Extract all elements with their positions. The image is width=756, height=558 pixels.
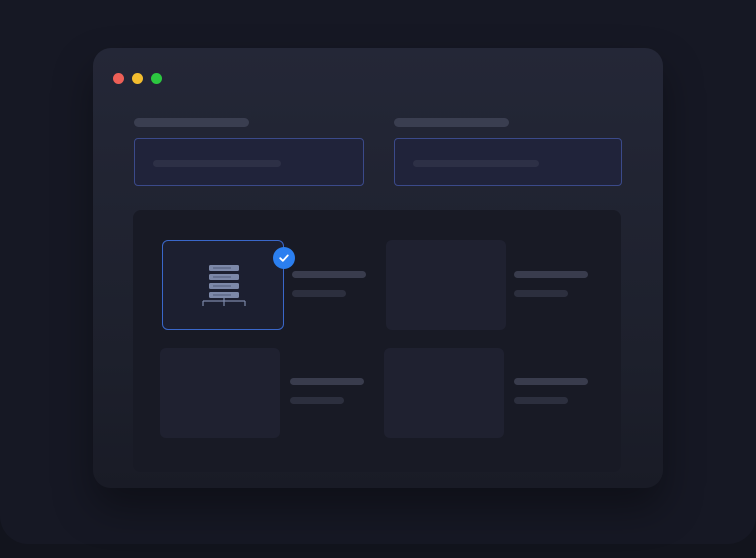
option-title-4 <box>514 378 588 385</box>
text-field-2[interactable] <box>394 138 622 186</box>
window-minimize-button[interactable] <box>132 73 143 84</box>
option-title-2 <box>514 271 588 278</box>
option-title-1 <box>292 271 366 278</box>
server-database-icon <box>201 261 247 314</box>
app-window <box>93 48 663 488</box>
window-maximize-button[interactable] <box>151 73 162 84</box>
option-subtitle-4 <box>514 397 568 404</box>
selected-check-icon <box>273 247 295 269</box>
text-field-1[interactable] <box>134 138 364 186</box>
option-subtitle-2 <box>514 290 568 297</box>
option-subtitle-1 <box>292 290 346 297</box>
window-close-button[interactable] <box>113 73 124 84</box>
field-label-2 <box>394 118 509 127</box>
option-card-4[interactable] <box>384 348 504 438</box>
option-card-3[interactable] <box>160 348 280 438</box>
field-label-1 <box>134 118 249 127</box>
field-placeholder-1 <box>153 160 281 167</box>
app-frame <box>0 0 756 544</box>
options-panel <box>133 210 621 472</box>
option-card-1[interactable] <box>162 240 295 330</box>
option-title-3 <box>290 378 364 385</box>
field-placeholder-2 <box>413 160 539 167</box>
option-subtitle-3 <box>290 397 344 404</box>
option-card-2[interactable] <box>386 240 506 330</box>
